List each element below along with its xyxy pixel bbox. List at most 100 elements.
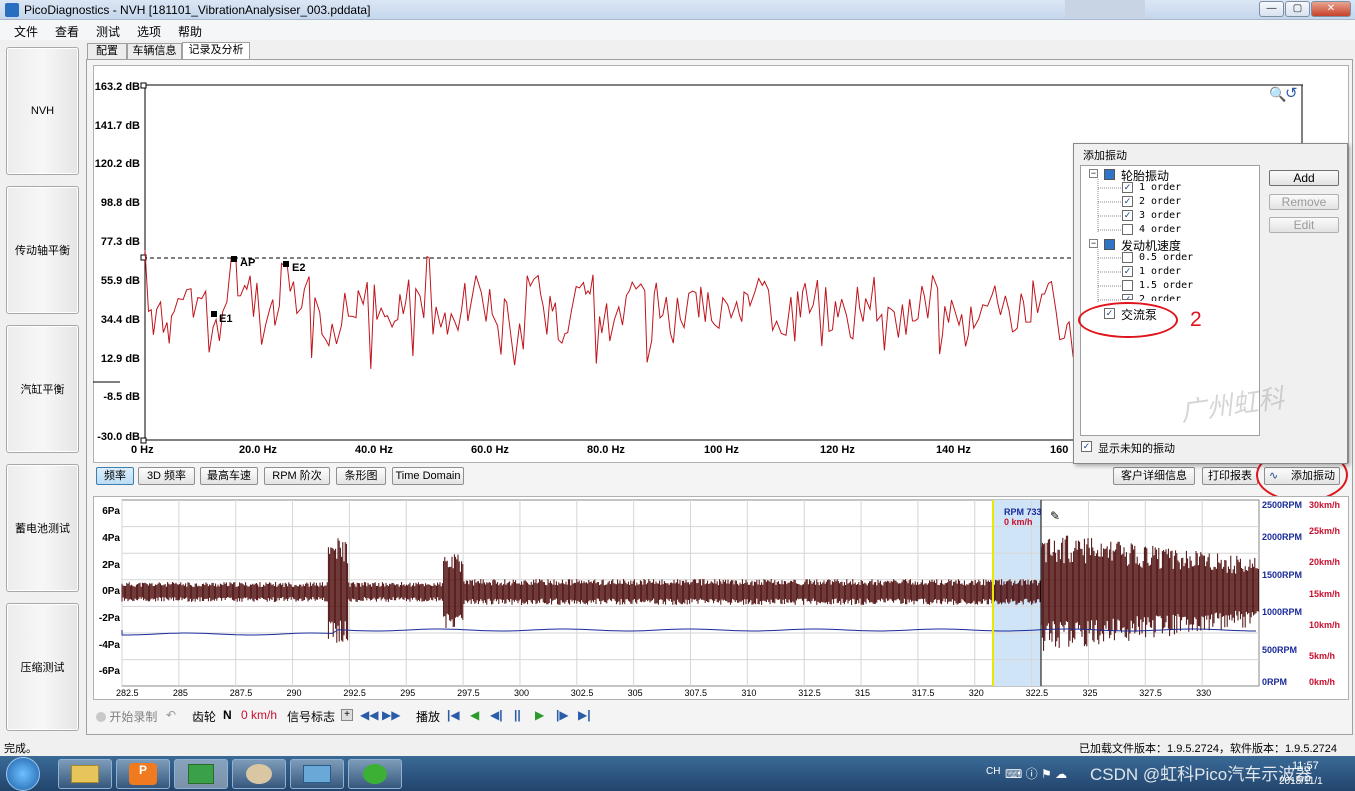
title-bar: PicoDiagnostics - NVH [181101_VibrationA…: [0, 0, 1355, 20]
last-frame-icon[interactable]: ▶|: [578, 708, 591, 722]
tree-item[interactable]: 2 order: [1139, 294, 1181, 301]
wave-x-tick: 297.5: [457, 688, 480, 698]
popup-remove-button[interactable]: Remove: [1269, 194, 1339, 210]
menu-help[interactable]: 帮助: [178, 23, 202, 40]
3d-frequency-button[interactable]: 3D 频率: [138, 467, 195, 485]
tab-vehicle-info[interactable]: 车辆信息: [127, 43, 182, 59]
tree-item[interactable]: 1 order: [1139, 182, 1181, 193]
tree-item[interactable]: 3 order: [1139, 210, 1181, 221]
language-indicator[interactable]: CH: [986, 766, 1000, 777]
tray-icons[interactable]: ⌨ ⓘ ⚑ ☁: [1005, 765, 1067, 782]
speed-tick: 10km/h: [1309, 620, 1341, 630]
zoom-icon[interactable]: 🔍: [1269, 86, 1286, 103]
nvh-taskbar-icon[interactable]: [174, 759, 228, 789]
collapse-engine-icon[interactable]: −: [1089, 239, 1098, 248]
x-tick: 120 Hz: [820, 444, 855, 456]
paint-taskbar-icon[interactable]: [232, 759, 286, 789]
next-marker-icon[interactable]: ▶▶: [382, 708, 400, 722]
tree-item[interactable]: 2 order: [1139, 196, 1181, 207]
close-button[interactable]: ✕: [1311, 1, 1351, 17]
waveform-plot[interactable]: [93, 496, 1349, 700]
wave-y-tick: -6Pa: [98, 666, 120, 677]
marker-e1-label: E1: [219, 313, 233, 325]
tree-item[interactable]: 4 order: [1139, 224, 1181, 235]
tab-config[interactable]: 配置: [87, 43, 127, 59]
speed-tick: 25km/h: [1309, 526, 1341, 536]
record-icon: [96, 712, 106, 722]
popup-title: 添加振动: [1083, 150, 1127, 162]
step-back-icon[interactable]: ◀|: [490, 708, 503, 722]
start-button[interactable]: [6, 757, 40, 791]
wave-x-tick: 330: [1196, 688, 1212, 698]
bar-chart-button[interactable]: 条形图: [336, 467, 386, 485]
menu-test[interactable]: 测试: [96, 23, 120, 40]
play-icon[interactable]: ▶: [535, 708, 544, 722]
wave-y-tick: 0Pa: [102, 586, 120, 597]
speed-tick: 5km/h: [1309, 651, 1336, 661]
first-frame-icon[interactable]: |◀: [447, 708, 460, 722]
max-speed-button[interactable]: 最高车速: [200, 467, 258, 485]
maximize-button[interactable]: ▢: [1285, 1, 1310, 17]
sidebar-driveshaft-button[interactable]: 传动轴平衡: [6, 186, 79, 314]
marker-e2-label: E2: [292, 262, 306, 274]
minimize-button[interactable]: —: [1259, 1, 1284, 17]
tire-group-checkbox[interactable]: [1104, 169, 1115, 180]
tree-checkbox[interactable]: ✓: [1122, 196, 1133, 207]
prev-marker-icon[interactable]: ◀◀: [360, 708, 378, 722]
popup-edit-button[interactable]: Edit: [1269, 217, 1339, 233]
menu-view[interactable]: 查看: [55, 23, 79, 40]
tree-checkbox[interactable]: [1122, 224, 1133, 235]
tree-checkbox[interactable]: ✓: [1122, 210, 1133, 221]
step-forward-icon[interactable]: |▶: [556, 708, 569, 722]
undo-icon[interactable]: ↶: [166, 708, 176, 722]
pause-icon[interactable]: ||: [514, 708, 521, 722]
menu-file[interactable]: 文件: [14, 23, 38, 40]
explorer-taskbar-icon[interactable]: [58, 759, 112, 789]
sidebar-compression-button[interactable]: 压缩测试: [6, 603, 79, 731]
wechat-taskbar-icon[interactable]: [348, 759, 402, 789]
pencil-icon[interactable]: ✎: [1050, 509, 1060, 523]
viewer-taskbar-icon[interactable]: [290, 759, 344, 789]
tree-checkbox[interactable]: ✓: [1122, 294, 1133, 300]
tree-item[interactable]: 0.5 order: [1139, 252, 1193, 263]
speed-tick: 15km/h: [1309, 589, 1341, 599]
marker-ap-label: AP: [240, 257, 256, 269]
x-tick: 160: [1050, 444, 1069, 456]
tree-checkbox[interactable]: ✓: [1122, 182, 1133, 193]
rpm-tick: 500RPM: [1262, 645, 1298, 655]
engine-group-checkbox[interactable]: [1104, 239, 1115, 250]
rpm-order-button[interactable]: RPM 阶次: [264, 467, 330, 485]
show-unknown-checkbox[interactable]: ✓: [1081, 441, 1092, 452]
frequency-button[interactable]: 频率: [96, 467, 134, 485]
wave-x-tick: 320: [968, 688, 984, 698]
x-tick: 80.0 Hz: [587, 444, 625, 456]
tree-checkbox[interactable]: [1122, 280, 1133, 291]
tree-item[interactable]: 1.5 order: [1139, 280, 1193, 291]
record-control[interactable]: 开始录制: [96, 708, 157, 725]
play-back-icon[interactable]: ◀: [470, 708, 479, 722]
menu-options[interactable]: 选项: [137, 23, 161, 40]
tree-item[interactable]: 1 order: [1139, 266, 1181, 277]
print-report-button[interactable]: 打印报表: [1202, 467, 1258, 485]
wave-y-tick: -2Pa: [98, 613, 120, 624]
customer-details-button[interactable]: 客户详细信息: [1113, 467, 1195, 485]
tree-checkbox[interactable]: ✓: [1122, 266, 1133, 277]
annotation-number-2: 2: [1190, 308, 1202, 331]
wave-x-tick: 282.5: [116, 688, 139, 698]
time-domain-button[interactable]: Time Domain: [392, 467, 464, 485]
undo-zoom-icon[interactable]: ↺: [1285, 84, 1298, 102]
wave-x-tick: 287.5: [229, 688, 253, 698]
add-marker-icon[interactable]: +: [341, 709, 353, 721]
collapse-tire-icon[interactable]: −: [1089, 169, 1098, 178]
tree-checkbox[interactable]: [1122, 252, 1133, 263]
sidebar-cylinder-button[interactable]: 汽缸平衡: [6, 325, 79, 453]
sidebar-battery-button[interactable]: 蓄电池测试: [6, 464, 79, 592]
pico-taskbar-icon[interactable]: P: [116, 759, 170, 789]
x-tick: 60.0 Hz: [471, 444, 509, 456]
sidebar-nvh-button[interactable]: NVH: [6, 47, 79, 175]
gear-value: N: [223, 708, 232, 722]
speed-tick: 20km/h: [1309, 557, 1341, 567]
popup-add-button[interactable]: Add: [1269, 170, 1339, 186]
tab-record-analysis[interactable]: 记录及分析: [182, 42, 250, 59]
wave-y-tick: -4Pa: [98, 640, 120, 651]
